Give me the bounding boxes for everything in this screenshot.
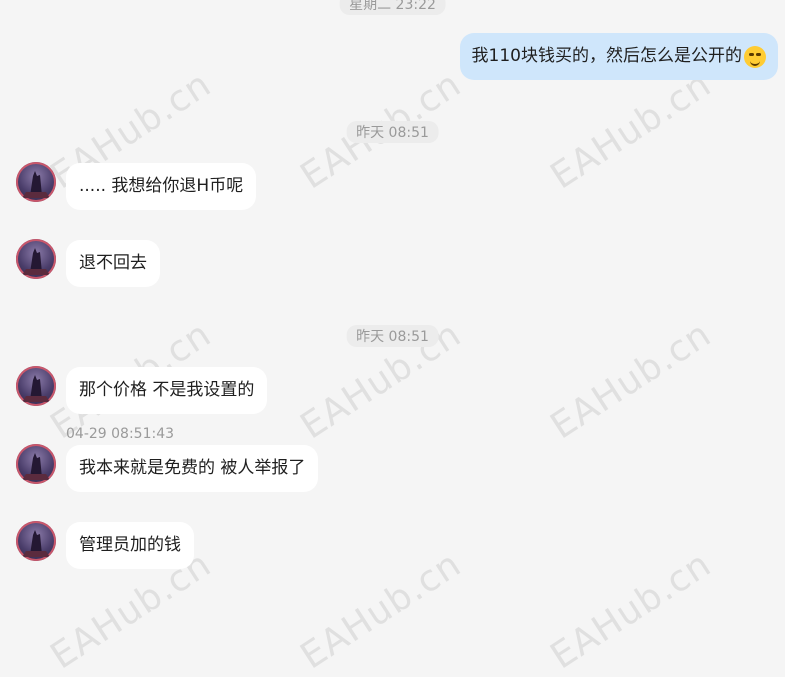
message-row: 我本来就是免费的 被人举报了 xyxy=(16,444,319,492)
message-bubble[interactable]: 那个价格 不是我设置的 xyxy=(66,367,268,414)
wolf-icon xyxy=(22,248,50,275)
avatar[interactable] xyxy=(16,521,56,561)
message-row: ..... 我想给你退H币呢 xyxy=(16,162,257,210)
self-message-bubble[interactable]: 我110块钱买的，然后怎么是公开的 xyxy=(459,33,778,80)
message-row: 管理员加的钱 xyxy=(16,521,194,569)
watermark: EAHub.cn xyxy=(543,313,719,448)
wolf-icon xyxy=(22,375,50,402)
self-message-text: 我110块钱买的，然后怎么是公开的 xyxy=(471,46,742,66)
message-bubble[interactable]: 管理员加的钱 xyxy=(66,522,194,569)
timestamp-divider: 昨天 08:51 xyxy=(346,325,439,347)
avatar[interactable] xyxy=(16,239,56,279)
watermark: EAHub.cn xyxy=(293,543,469,677)
message-bubble[interactable]: ..... 我想给你退H币呢 xyxy=(66,163,257,210)
message-row: 退不回去 xyxy=(16,239,160,287)
watermark: EAHub.cn xyxy=(543,63,719,198)
timestamp-divider: 昨天 08:51 xyxy=(346,121,439,143)
avatar[interactable] xyxy=(16,444,56,484)
watermark: EAHub.cn xyxy=(543,543,719,677)
message-bubble[interactable]: 退不回去 xyxy=(66,240,160,287)
wolf-icon xyxy=(22,530,50,557)
message-row: 那个价格 不是我设置的 xyxy=(16,366,268,414)
laughing-tears-emoji-icon xyxy=(744,45,766,68)
avatar[interactable] xyxy=(16,162,56,202)
wolf-icon xyxy=(22,171,50,198)
wolf-icon xyxy=(22,453,50,480)
timestamp-divider: 星期二 23:22 xyxy=(339,0,446,15)
avatar[interactable] xyxy=(16,366,56,406)
message-time: 04-29 08:51:43 xyxy=(66,426,175,442)
message-bubble[interactable]: 我本来就是免费的 被人举报了 xyxy=(66,445,319,492)
